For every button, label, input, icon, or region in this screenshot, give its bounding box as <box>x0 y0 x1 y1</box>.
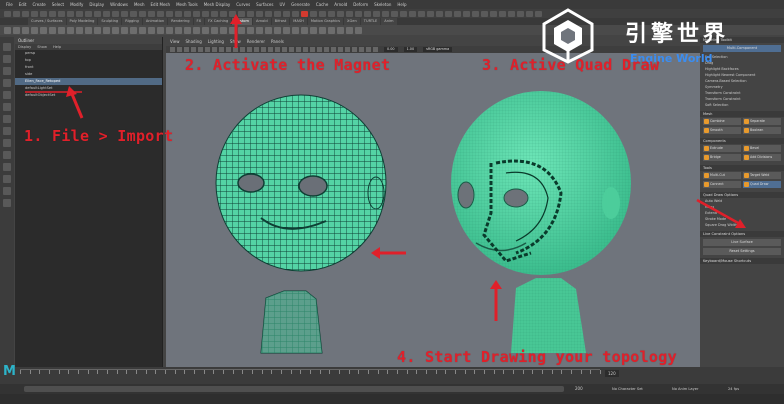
page-arrows <box>25 14 746 228</box>
